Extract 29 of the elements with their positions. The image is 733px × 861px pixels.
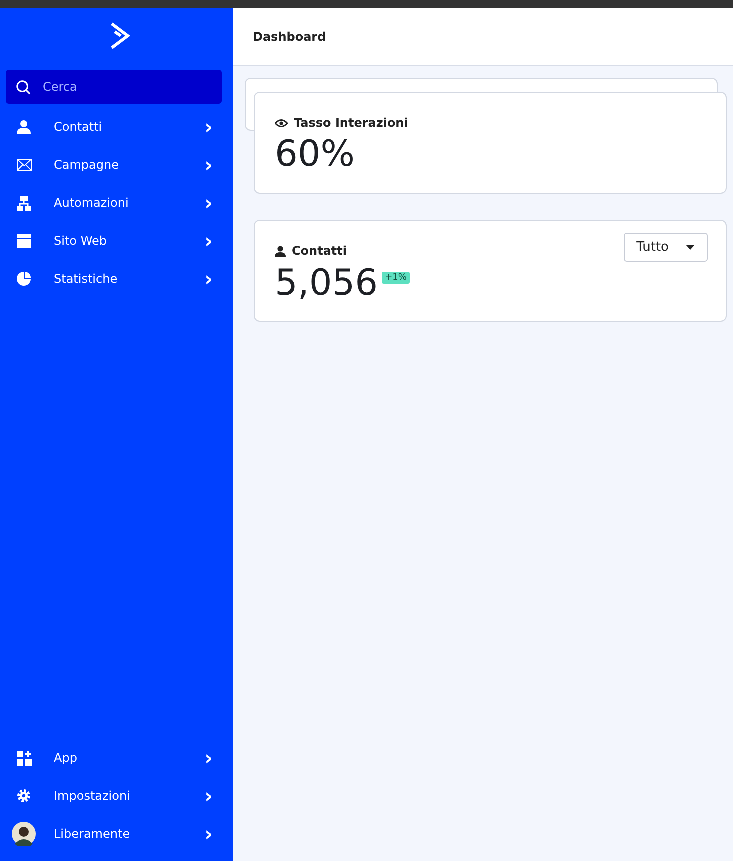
nav-item[interactable]: Liberamente ›	[0, 815, 233, 853]
envelope-icon	[17, 159, 32, 171]
nav-item[interactable]: Impostazioni ›	[0, 777, 233, 815]
nav-item[interactable]: Automazioni ›	[0, 184, 233, 222]
person-icon	[17, 120, 31, 134]
card-title: Tasso Interazioni	[294, 116, 408, 130]
nav-item[interactable]: Sito Web ›	[0, 222, 233, 260]
caret-icon	[686, 244, 695, 250]
metric-value: 60%	[275, 135, 356, 175]
eye-icon	[275, 118, 288, 128]
page-title: Dashboard	[253, 30, 326, 44]
search-field[interactable]: Cerca	[6, 70, 222, 104]
logo-icon	[108, 22, 130, 50]
change-badge: +1%	[382, 272, 410, 284]
nav-item[interactable]: Statistiche ›	[0, 260, 233, 298]
sitemap-icon	[17, 196, 31, 210]
apps-grid-icon	[17, 750, 32, 766]
nav-item[interactable]: Campagne ›	[0, 146, 233, 184]
browser-window-icon	[17, 234, 31, 248]
settings-icon	[17, 789, 31, 803]
card-title: Contatti	[292, 244, 348, 258]
metric-value: 5,056	[275, 264, 378, 304]
person-icon	[275, 246, 286, 257]
search-icon	[16, 80, 31, 95]
avatar-icon	[12, 822, 36, 846]
nav-item[interactable]: App ›	[0, 739, 233, 777]
nav-item[interactable]: Contatti ›	[0, 108, 233, 146]
pie-chart-icon	[17, 272, 31, 286]
filter-dropdown[interactable]: Tutto	[624, 232, 708, 262]
